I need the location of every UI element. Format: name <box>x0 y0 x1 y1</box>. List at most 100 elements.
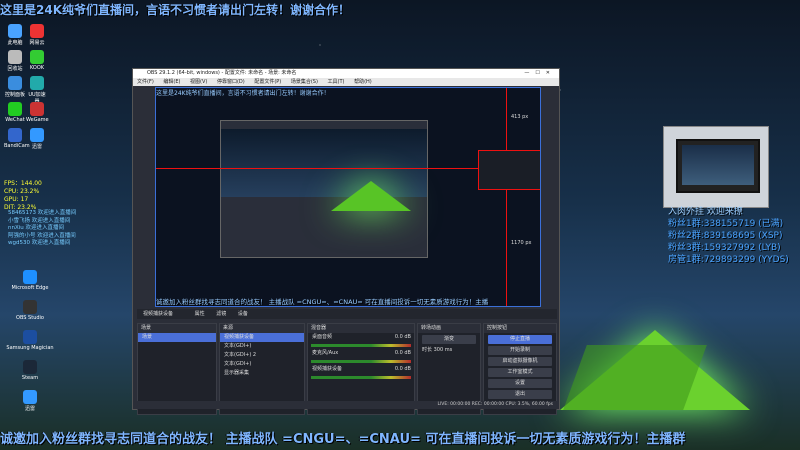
preview-ticker: 这里是24K纯爷们直播间，言语不习惯者请出门左转！谢谢合作！ <box>156 90 330 97</box>
source-item[interactable]: 文本(GDI+) <box>220 360 304 369</box>
desktop-icon[interactable]: UU加速器 <box>26 76 48 105</box>
app-icon <box>8 128 22 142</box>
desktop-icon-label: WeGame <box>26 117 49 123</box>
chat-feed: 58465173 欢迎进入直播间 小雪飞扬 欢迎进入直播间 nnXiu 欢迎进入… <box>8 210 76 248</box>
selected-source-box[interactable] <box>478 150 540 190</box>
app-icon <box>8 102 22 116</box>
virtual-camera-button[interactable]: 启动虚拟摄像机 <box>488 357 552 366</box>
settings-button[interactable]: 设置 <box>488 379 552 388</box>
menu-profile[interactable]: 配置文件(P) <box>254 79 281 85</box>
desktop-icons: 此电脑网易云回收站 KOOK 控制面板UU加速器 WeChatWeGame BandiC… <box>0 24 60 174</box>
desktop-icon[interactable]: Microsoft Edge <box>4 270 56 291</box>
desktop-icon[interactable]: KOOK <box>26 50 48 71</box>
obs-window[interactable]: OBS 29.1.2 (64-bit, windows) - 配置文件: 未命名… <box>132 68 560 415</box>
obs-title: OBS 29.1.2 (64-bit, windows) - 配置文件: 未命名… <box>147 70 297 76</box>
filters-button[interactable]: 滤镜 <box>216 311 226 317</box>
desktop-icon[interactable]: Samsung Magician <box>4 330 56 351</box>
volume-meter[interactable] <box>311 360 411 363</box>
mixer-channel-db: 0.0 dB <box>394 334 411 340</box>
menu-docks[interactable]: 停靠窗口(D) <box>217 79 245 85</box>
desktop-icon[interactable]: Steam <box>4 360 56 381</box>
source-toolbar-label: 视频捕获设备 <box>143 311 174 317</box>
desktop-icon[interactable]: 迅雷 <box>4 390 56 412</box>
obs-statusbar: LIVE: 00:00:00 REC: 00:00:00 CPU: 3.5%, … <box>133 401 559 409</box>
mixer-channel-name: 麦克风/Aux <box>312 350 339 356</box>
desktop-icon[interactable]: 此电脑 <box>4 24 26 46</box>
exit-button[interactable]: 退出 <box>488 390 552 399</box>
desktop-icon-label: BandiCam <box>4 143 30 149</box>
desktop-icon-label: WeChat <box>5 117 25 123</box>
cpu-stat: CPU: 23.2% <box>4 188 40 195</box>
stop-streaming-button[interactable]: 停止直播 <box>488 335 552 344</box>
desktop-icon-label: Steam <box>21 375 39 381</box>
app-icon <box>23 360 37 374</box>
properties-button[interactable]: 属性 <box>195 311 205 317</box>
preview-bottom-ticker: 诚邀加入粉丝群找寻志同道合的战友！ 主播战队 =CNGU=、=CNAU= 可在直… <box>156 298 489 306</box>
desktop-icon[interactable]: WeChat <box>4 102 26 123</box>
app-icon <box>23 300 37 314</box>
desktop-icon[interactable]: OBS Studio <box>4 300 56 321</box>
volume-meter[interactable] <box>311 344 411 347</box>
volume-meter[interactable] <box>311 376 411 379</box>
mixer-channel-db: 0.0 dB <box>394 366 411 372</box>
guide-label-bottom: 1170 px <box>511 240 532 246</box>
chat-line: 阿强的小号 欢迎进入直播间 <box>8 232 76 239</box>
menu-tools[interactable]: 工具(T) <box>328 79 345 85</box>
fan-group-line: 粉丝1群:338155719 (已满) <box>668 219 784 229</box>
device-label: 设备 <box>237 311 248 317</box>
chat-line: wgd530 欢迎进入直播间 <box>8 240 71 246</box>
obs-titlebar[interactable]: OBS 29.1.2 (64-bit, windows) - 配置文件: 未命名… <box>133 69 559 78</box>
fan-group-line: 粉丝2群:839168695 (XSP) <box>668 231 783 241</box>
menu-help[interactable]: 帮助(H) <box>354 79 372 85</box>
desktop-icon-label: OBS Studio <box>16 315 44 321</box>
transition-select[interactable]: 渐变 <box>422 335 476 344</box>
app-icon <box>30 128 44 142</box>
window-controls[interactable]: —☐✕ <box>524 69 556 78</box>
desktop-icon-label: Samsung Magician <box>6 345 54 351</box>
studio-mode-button[interactable]: 工作室模式 <box>488 368 552 377</box>
sources-title: 来源 <box>220 324 304 333</box>
duration-label: 时长 <box>422 347 433 353</box>
scenes-title: 场景 <box>138 324 216 333</box>
desktop-icon[interactable]: 迅雷 <box>26 128 48 150</box>
webcam-overlay <box>663 126 769 208</box>
obs-preview[interactable]: 这里是24K纯爷们直播间，言语不习惯者请出门左转！谢谢合作！ 413 px 11… <box>155 87 541 307</box>
desktop-icon-label: 此电脑 <box>7 40 23 46</box>
menu-view[interactable]: 视图(V) <box>190 79 207 85</box>
mixer-channel-name: 桌面音频 <box>312 334 333 340</box>
desktop-icon[interactable]: 控制面板 <box>4 76 26 98</box>
desktop-icon-label: Microsoft Edge <box>11 285 49 291</box>
start-recording-button[interactable]: 开始录制 <box>488 346 552 355</box>
source-item[interactable]: 视频捕获设备 <box>220 333 304 342</box>
source-item[interactable]: 文本(GDI+) <box>220 342 304 351</box>
menu-scene-collection[interactable]: 场景集合(S) <box>291 79 318 85</box>
menu-edit[interactable]: 编辑(E) <box>163 79 180 85</box>
app-icon <box>8 24 22 38</box>
perf-stats: FPS：144.00 CPU: 23.2% GPU: 17 DIT: 23.2% <box>4 180 42 212</box>
desktop-icon[interactable]: BandiCam <box>4 128 30 149</box>
app-icon <box>8 50 22 64</box>
desktop-icon[interactable]: 回收站 <box>4 50 26 72</box>
app-icon <box>23 330 37 344</box>
nested-obs-window <box>220 120 428 258</box>
desktop-icon[interactable]: 网易云 <box>26 24 48 46</box>
app-icon <box>23 270 37 284</box>
menu-file[interactable]: 文件(F) <box>137 79 154 85</box>
source-item[interactable]: 显示器采集 <box>220 369 304 378</box>
scene-item[interactable]: 场景 <box>138 333 216 342</box>
guide-line-vertical <box>506 88 507 306</box>
chat-line: 58465173 欢迎进入直播间 <box>8 210 77 216</box>
app-icon <box>23 390 37 404</box>
app-icon <box>8 76 22 90</box>
desktop-icon-label: 网易云 <box>29 40 45 46</box>
desktop-icon-label: 回收站 <box>7 66 23 72</box>
mixer-channel-name: 视频捕获设备 <box>312 366 343 372</box>
app-icon <box>30 24 44 38</box>
desktop-icon[interactable]: WeGame <box>26 102 49 123</box>
duration-value[interactable]: 300 ms <box>434 347 453 353</box>
chat-line: nnXiu 欢迎进入直播间 <box>8 225 65 231</box>
transitions-title: 转场动画 <box>418 324 480 333</box>
app-icon <box>30 50 44 64</box>
source-item[interactable]: 文本(GDI+) 2 <box>220 351 304 360</box>
mixer-channel-db: 0.0 dB <box>394 350 411 356</box>
